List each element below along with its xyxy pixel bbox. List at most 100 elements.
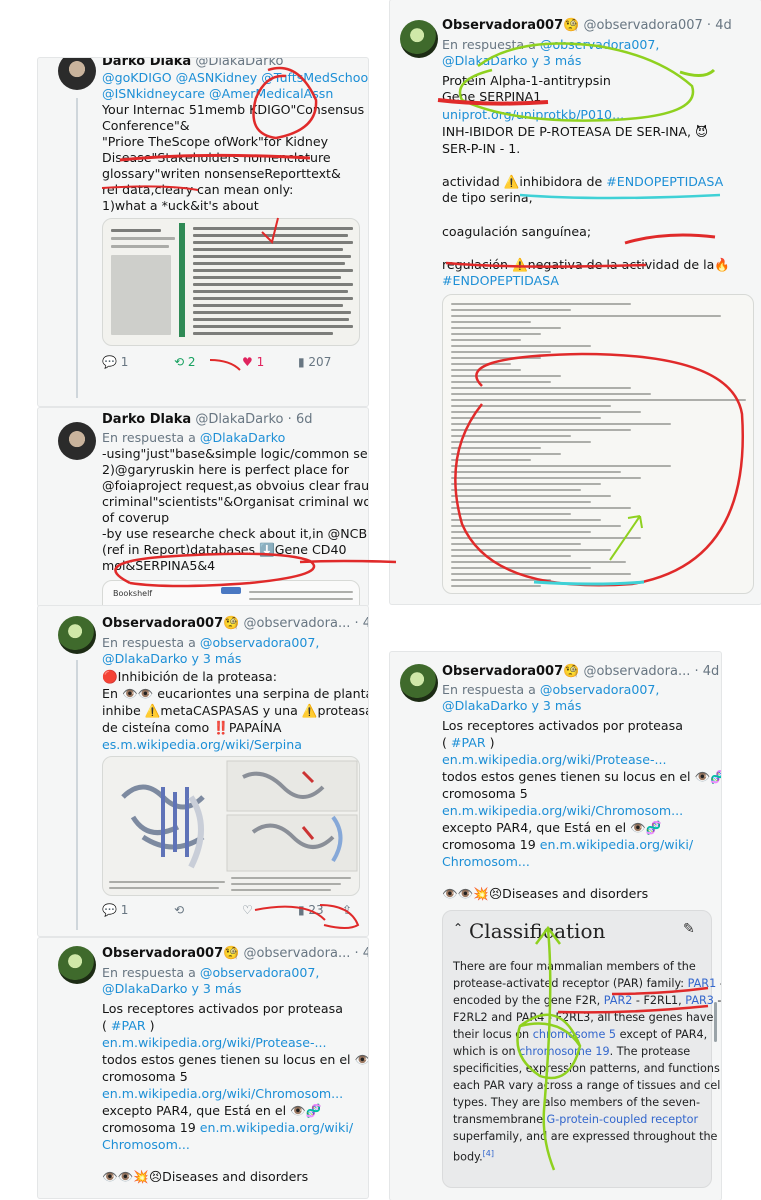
tweet-text-line: inhibe ⚠️metaCASPASAS y una ⚠️proteasa <box>102 703 368 718</box>
preview-label: Bookshelf <box>113 589 153 598</box>
tweet-text-line: 🔴Inhibición de la proteasa: <box>102 669 277 684</box>
author-name[interactable]: Observadora007🧐 <box>442 664 579 679</box>
tweet-text-line: of coverup <box>102 510 170 525</box>
tweet-text-line: regulación ⚠️negativa de la actividad de… <box>442 257 731 272</box>
author-name[interactable]: Observadora007🧐 <box>102 616 239 631</box>
tweet-text-line: criminal"scientists"&Organisat criminal … <box>102 494 368 509</box>
tweet-panel-4: Observadora007🧐 @observadora... · 4d En … <box>38 606 368 936</box>
tweet-text-line: -by use researche check about it,in @NCB… <box>102 526 368 541</box>
tweet-text-line: cromosoma 19 en.m.wikipedia.org/wiki/ <box>442 837 694 852</box>
tweet-actions: 💬 1 ⟲ 2 ♥ 1 ▮ 207 <box>102 355 360 373</box>
attached-preview-image[interactable]: Bookshelf <box>102 580 360 606</box>
tweet-text-line: SER-P-IN - 1. <box>442 141 521 156</box>
tweet-link[interactable]: uniprot.org/uniprotkb/P010... <box>442 107 624 123</box>
mention-line[interactable]: @goKDIGO @ASNKidney @TuftsMedSchool <box>102 70 368 86</box>
author-name[interactable]: Observadora007🧐 <box>102 946 239 961</box>
wikipedia-card[interactable]: ⌃ Classification ✎ There are four mammal… <box>442 910 721 1188</box>
wiki-text-line: encoded by the gene F2R, PAR2 - F2RL1, P… <box>453 994 721 1007</box>
tweet-text-line: de tipo serina; <box>442 190 533 205</box>
hashtag-link[interactable]: #ENDOPEPTIDASA <box>442 273 559 289</box>
like-button[interactable]: ♡ <box>242 903 253 917</box>
tweet-actions: 💬 1 ⟲ ♡ ▮ 23 ⇪ <box>102 903 360 921</box>
post-age[interactable]: 4d <box>715 18 732 33</box>
chevron-up-icon[interactable]: ⌃ <box>453 921 463 935</box>
avatar[interactable] <box>400 664 438 702</box>
wiki-text-line: each PAR vary across a range of tissues … <box>453 1079 721 1092</box>
post-age[interactable]: 6d <box>296 412 313 427</box>
attached-protein-image[interactable] <box>102 756 360 896</box>
tweet-header: Observadora007🧐 @observadora... · 4d <box>102 946 368 961</box>
reply-context: En respuesta a @observadora007, <box>102 635 320 650</box>
reply-context-more[interactable]: @DlakaDarko y 3 más <box>102 651 241 667</box>
post-age[interactable]: 4d <box>363 616 368 631</box>
tweet-text-line: glossary"writen nonsenseReporttext& <box>102 166 341 181</box>
avatar[interactable] <box>58 422 96 460</box>
thread-line <box>76 98 78 398</box>
scrollbar[interactable] <box>714 1002 717 1042</box>
tweet-text-line: Disease"Stakeholders nomenclature <box>102 150 331 165</box>
tweet-text-line: coagulación sanguínea; <box>442 224 592 239</box>
reply-context: En respuesta a @observadora007, <box>442 682 660 697</box>
tweet-text-line: (ref in Report)databases ⬇️Gene CD40 <box>102 542 347 557</box>
tweet-text-line: todos estos genes tienen su locus en el … <box>102 1052 368 1067</box>
author-handle[interactable]: @observadora... <box>243 616 350 631</box>
tweet-link[interactable]: Chromosom... <box>102 1137 190 1153</box>
edit-pencil-icon[interactable]: ✎ <box>683 921 695 937</box>
wiki-text-line: which is on chromosome 19. The protease <box>453 1045 691 1058</box>
share-icon[interactable]: ⇪ <box>342 903 352 917</box>
tweet-text-line: 1)what a *uck&it's about <box>102 198 259 213</box>
author-handle[interactable]: @DlakaDarko <box>195 58 283 69</box>
tweet-panel-2: Darko Dlaka @DlakaDarko · 6d En respuest… <box>38 408 368 606</box>
wiki-text-line: transmembrane G-protein-coupled receptor <box>453 1113 699 1126</box>
avatar[interactable] <box>58 946 96 984</box>
reply-button[interactable]: 💬 1 <box>102 355 128 369</box>
avatar[interactable] <box>58 616 96 654</box>
tweet-link[interactable]: en.m.wikipedia.org/wiki/Protease-... <box>102 1035 327 1051</box>
tweet-link[interactable]: Chromosom... <box>442 854 530 870</box>
tweet-text-line: 2)@garyruskin here is perfect place for <box>102 462 349 477</box>
tweet-text-line: 👁️👁️💥😣Diseases and disorders <box>442 886 649 901</box>
like-button[interactable]: ♥ 1 <box>242 355 264 369</box>
tweet-text-line: cromosoma 5 <box>102 1069 188 1084</box>
author-name[interactable]: Darko Dlaka <box>102 58 191 69</box>
tweet-link[interactable]: en.m.wikipedia.org/wiki/Chromosom... <box>442 803 683 819</box>
wiki-text-line: There are four mammalian members of the <box>453 960 696 973</box>
reply-context-more[interactable]: @DlakaDarko y 3 más <box>442 53 581 69</box>
author-name[interactable]: Observadora007🧐 <box>442 18 579 33</box>
attached-uniprot-screenshot[interactable] <box>442 294 754 594</box>
tweet-text-line: mol&SERPINA5&4 <box>102 558 216 573</box>
tweet-text-line: Los receptores activados por proteasa <box>102 1001 343 1016</box>
author-name[interactable]: Darko Dlaka <box>102 412 191 427</box>
mention-line[interactable]: @ISNkidneycare @AmerMedicalAssn <box>102 86 333 102</box>
views-count[interactable]: ▮ 207 <box>298 355 331 369</box>
tweet-link[interactable]: es.m.wikipedia.org/wiki/Serpina <box>102 737 302 753</box>
tweet-header: Observadora007🧐 @observadora007 · 4d <box>442 18 732 33</box>
wiki-section-heading: Classification <box>469 919 606 943</box>
tweet-text-line: Gene SERPINA1 <box>442 89 542 104</box>
reply-button[interactable]: 💬 1 <box>102 903 128 917</box>
tweet-text-line: En 👁️👁️ eucariontes una serpina de plant… <box>102 686 368 701</box>
views-count[interactable]: ▮ 23 <box>298 903 324 917</box>
avatar[interactable] <box>400 20 438 58</box>
reply-context: En respuesta a @observadora007, <box>442 37 660 52</box>
author-handle[interactable]: @DlakaDarko <box>195 412 283 427</box>
author-handle[interactable]: @observadora... <box>243 946 350 961</box>
tweet-text-line: excepto PAR4, que Está en el 👁️🧬 <box>442 820 662 835</box>
author-handle[interactable]: @observadora007 <box>583 18 702 33</box>
reply-context-more[interactable]: @DlakaDarko y 3 más <box>442 698 581 714</box>
tweet-link[interactable]: en.m.wikipedia.org/wiki/Chromosom... <box>102 1086 343 1102</box>
author-handle[interactable]: @observadora... <box>583 664 690 679</box>
attached-document-image[interactable] <box>102 218 360 346</box>
tweet-text-line: excepto PAR4, que Está en el 👁️🧬 <box>102 1103 322 1118</box>
tweet-text-line: "Priore TheScope ofWork"for Kidney <box>102 134 329 149</box>
repost-button[interactable]: ⟲ <box>174 903 184 917</box>
thread-line <box>76 660 78 930</box>
wiki-text-line: F2RL2 and PAR4 - F2RL3, all these genes … <box>453 1011 714 1024</box>
tweet-panel-3: Observadora007🧐 @observadora007 · 4d En … <box>390 0 761 604</box>
post-age[interactable]: 4d <box>703 664 720 679</box>
tweet-link[interactable]: en.m.wikipedia.org/wiki/Protease-... <box>442 752 667 768</box>
repost-button[interactable]: ⟲ 2 <box>174 355 196 369</box>
avatar[interactable] <box>58 58 96 90</box>
reply-context-more[interactable]: @DlakaDarko y 3 más <box>102 981 241 997</box>
post-age[interactable]: 4d <box>363 946 368 961</box>
